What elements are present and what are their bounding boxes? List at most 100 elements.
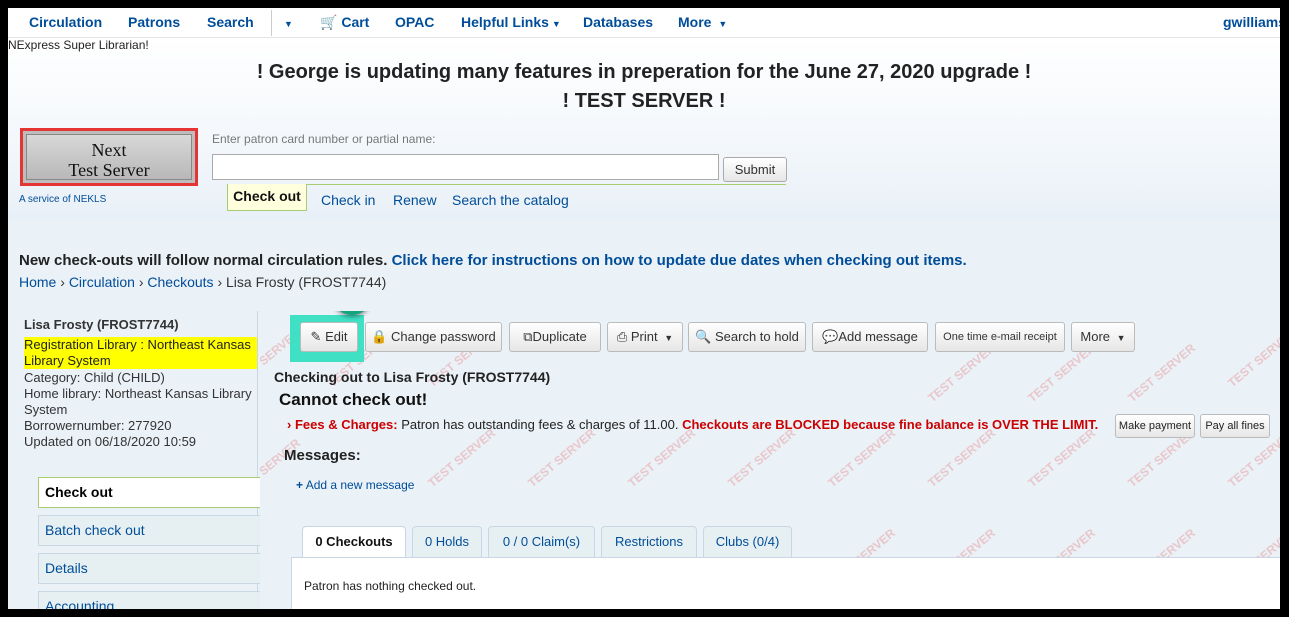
notice-text: New check-outs will follow normal circul… bbox=[19, 252, 388, 269]
checkout-heading: Checking out to Lisa Frosty (FROST7744) bbox=[274, 369, 551, 385]
tab-claims[interactable]: 0 / 0 Claim(s) bbox=[488, 526, 595, 557]
checkouts-panel: Patron has nothing checked out. bbox=[291, 557, 1280, 609]
copy-icon: ⧉ bbox=[523, 329, 533, 344]
comment-icon: 💬 bbox=[822, 329, 839, 344]
tab-check-out[interactable]: Check out bbox=[227, 184, 307, 211]
caret-down-icon: ▼ bbox=[551, 19, 561, 29]
patron-category: Category: Child (CHILD) bbox=[24, 370, 165, 385]
breadcrumb-checkouts[interactable]: Checkouts bbox=[147, 274, 213, 290]
search-to-hold-button[interactable]: 🔍 Search to hold bbox=[688, 322, 806, 352]
print-button[interactable]: ⎙ Print ▼ bbox=[607, 322, 683, 352]
tab-renew[interactable]: Renew bbox=[393, 192, 437, 208]
test-server-watermark: TEST SERVER bbox=[925, 425, 998, 491]
service-link[interactable]: A service of NEKLS bbox=[19, 194, 106, 205]
fees-label: Fees & Charges: bbox=[294, 417, 398, 432]
edit-button[interactable]: ✎ Edit bbox=[300, 322, 358, 352]
nav-cart-label: Cart bbox=[341, 14, 370, 30]
patron-name: Lisa Frosty (FROST7744) bbox=[24, 317, 179, 332]
pencil-icon: ✎ bbox=[310, 329, 322, 344]
test-server-watermark: TEST SERVER bbox=[1025, 425, 1098, 491]
main-content: TEST SERVER TEST SERVER TEST SERVER TEST… bbox=[260, 311, 1280, 609]
circ-notice: New check-outs will follow normal circul… bbox=[19, 252, 967, 269]
user-role: NExpress Super Librarian! bbox=[8, 38, 149, 52]
breadcrumb: Home › Circulation › Checkouts › Lisa Fr… bbox=[19, 274, 387, 290]
nav-search[interactable]: Search bbox=[207, 14, 254, 30]
banner-line-1: ! George is updating many features in pr… bbox=[256, 61, 1032, 83]
logo-line-1: Next bbox=[91, 140, 127, 160]
search-icon: 🔍 bbox=[695, 329, 712, 344]
fees-line: › Fees & Charges: Patron has outstanding… bbox=[287, 417, 1098, 432]
nav-helpful-links[interactable]: Helpful Links ▼ bbox=[461, 14, 561, 30]
change-password-label: Change password bbox=[391, 329, 496, 344]
nav-circulation[interactable]: Circulation bbox=[29, 14, 102, 30]
patron-search-input[interactable] bbox=[212, 154, 719, 180]
tab-check-in[interactable]: Check in bbox=[321, 192, 375, 208]
nav-patrons[interactable]: Patrons bbox=[128, 14, 180, 30]
nav-divider bbox=[271, 10, 272, 36]
more-button[interactable]: More ▼ bbox=[1071, 322, 1135, 352]
logo[interactable]: Next Test Server bbox=[20, 128, 198, 186]
cart-icon: 🛒 bbox=[320, 14, 338, 30]
add-new-message-link[interactable]: + Add a new message bbox=[296, 478, 414, 492]
sidebar-item-check-out[interactable]: Check out bbox=[38, 477, 260, 508]
breadcrumb-current: Lisa Frosty (FROST7744) bbox=[226, 274, 387, 290]
email-receipt-button[interactable]: One time e-mail receipt bbox=[935, 322, 1065, 352]
tab-clubs[interactable]: Clubs (0/4) bbox=[703, 526, 792, 557]
add-new-message-label: Add a new message bbox=[305, 478, 415, 492]
test-server-watermark: TEST SERVER bbox=[525, 425, 598, 491]
test-server-watermark: TEST SERVER bbox=[1225, 325, 1280, 391]
sidebar-item-details[interactable]: Details bbox=[38, 553, 260, 584]
notice-link[interactable]: Click here for instructions on how to up… bbox=[392, 252, 967, 269]
search-menu-toggle[interactable]: ▼ bbox=[281, 14, 293, 30]
registration-library: Registration Library : Northeast Kansas … bbox=[24, 337, 257, 369]
app-window: Circulation Patrons Search ▼ 🛒 Cart OPAC… bbox=[8, 8, 1280, 609]
cannot-check-out: Cannot check out! bbox=[279, 390, 428, 409]
print-icon: ⎙ bbox=[616, 329, 628, 344]
logo-line-2: Test Server bbox=[68, 160, 150, 180]
duplicate-button[interactable]: ⧉Duplicate bbox=[509, 322, 601, 352]
more-label: More bbox=[1080, 329, 1111, 344]
caret-down-icon: ▼ bbox=[1116, 333, 1126, 343]
nav-cart[interactable]: 🛒 Cart bbox=[320, 14, 369, 31]
no-checkouts-text: Patron has nothing checked out. bbox=[304, 579, 477, 593]
edit-label: Edit bbox=[325, 329, 348, 344]
sidebar-item-batch-check-out[interactable]: Batch check out bbox=[38, 515, 260, 546]
change-password-button[interactable]: 🔒 Change password bbox=[365, 322, 502, 352]
print-label: Print bbox=[630, 329, 658, 344]
test-server-watermark: TEST SERVER bbox=[1125, 340, 1198, 406]
patron-sidebar: Lisa Frosty (FROST7744) Registration Lib… bbox=[15, 311, 260, 609]
tab-checkouts[interactable]: 0 Checkouts bbox=[302, 526, 406, 558]
sidebar-item-accounting[interactable]: Accounting bbox=[38, 591, 260, 609]
nav-more[interactable]: More ▼ bbox=[678, 14, 727, 30]
patron-borrowernumber: Borrowernumber: 277920 bbox=[24, 418, 172, 433]
breadcrumb-circulation[interactable]: Circulation bbox=[69, 274, 135, 290]
tab-holds[interactable]: 0 Holds bbox=[412, 526, 482, 557]
make-payment-button[interactable]: Make payment bbox=[1115, 414, 1195, 438]
add-message-button[interactable]: 💬Add message bbox=[812, 322, 928, 352]
bullet-icon: › bbox=[287, 417, 292, 432]
caret-down-icon: ▼ bbox=[284, 19, 293, 29]
plus-icon: + bbox=[296, 478, 304, 492]
messages-heading: Messages: bbox=[284, 447, 361, 464]
nav-databases[interactable]: Databases bbox=[583, 14, 653, 30]
banner-line-2: ! TEST SERVER ! bbox=[562, 90, 726, 112]
tab-restrictions[interactable]: Restrictions bbox=[601, 526, 697, 557]
nav-opac[interactable]: OPAC bbox=[395, 14, 434, 30]
logo-text: Next Test Server bbox=[26, 134, 192, 180]
patron-search-label: Enter patron card number or partial name… bbox=[212, 132, 436, 146]
test-server-watermark: TEST SERVER bbox=[825, 425, 898, 491]
breadcrumb-home[interactable]: Home bbox=[19, 274, 56, 290]
step-badge: 1 bbox=[332, 311, 372, 315]
test-server-watermark: TEST SERVER bbox=[725, 425, 798, 491]
submit-button[interactable]: Submit bbox=[723, 157, 787, 182]
nav-helpful-links-label: Helpful Links bbox=[461, 14, 549, 30]
test-server-watermark: TEST SERVER bbox=[625, 425, 698, 491]
tabs-border bbox=[227, 184, 786, 185]
tab-search-catalog[interactable]: Search the catalog bbox=[452, 192, 569, 208]
pay-all-fines-button[interactable]: Pay all fines bbox=[1200, 414, 1270, 438]
nav-user[interactable]: gwilliams bbox=[1223, 14, 1280, 30]
patron-home-library: Home library: Northeast Kansas Library S… bbox=[24, 386, 252, 417]
lock-icon: 🔒 bbox=[371, 329, 388, 344]
test-server-watermark: TEST SERVER bbox=[425, 425, 498, 491]
caret-down-icon: ▼ bbox=[664, 333, 674, 343]
